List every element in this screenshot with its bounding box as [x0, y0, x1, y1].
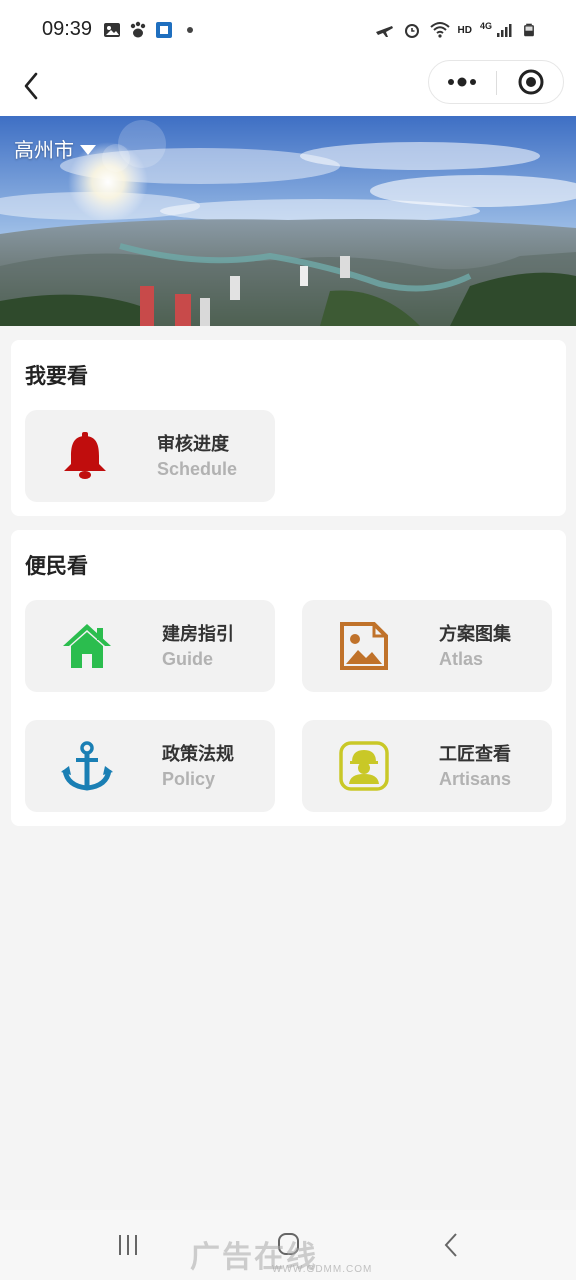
status-bar: 09:39 HD 4G — [0, 0, 576, 60]
nav-bar — [0, 60, 576, 116]
city-selector[interactable]: 高州市 — [14, 134, 96, 163]
alarm-icon — [404, 24, 419, 38]
atlas-title: 方案图集 — [439, 624, 511, 645]
more-dots-icon — [448, 77, 476, 87]
policy-title: 政策法规 — [162, 744, 234, 765]
close-mini-program-button[interactable] — [497, 61, 563, 103]
guide-tile[interactable]: 建房指引 Guide — [25, 600, 275, 692]
schedule-tile[interactable]: 审核进度 Schedule — [25, 410, 275, 502]
flight-icon — [375, 26, 393, 37]
schedule-title: 审核进度 — [157, 434, 229, 455]
chevron-left-icon — [24, 72, 38, 100]
policy-tile[interactable]: 政策法规 Policy — [25, 720, 275, 812]
section-watch-card: 我要看 审核进度 Schedule — [11, 340, 566, 516]
watermark-url: WWW.GDMM.COM — [272, 1264, 373, 1275]
section-public-card: 便民看 建房指引 Guide 方案图集 Atlas 政策法规 Policy 工匠… — [11, 530, 566, 826]
hd-label: HD — [457, 24, 472, 36]
house-icon — [63, 624, 111, 668]
artisans-tile[interactable]: 工匠查看 Artisans — [302, 720, 552, 812]
section-watch-title: 我要看 — [25, 364, 88, 388]
recent-apps-icon — [119, 1235, 137, 1255]
bell-icon — [64, 432, 106, 479]
wifi-icon — [429, 22, 450, 38]
battery-icon — [524, 23, 534, 37]
caret-down-icon — [80, 144, 96, 155]
schedule-subtitle: Schedule — [157, 459, 238, 479]
image-icon — [104, 23, 120, 37]
recent-apps-button[interactable] — [108, 1228, 148, 1262]
paw-icon — [130, 21, 146, 38]
status-system-icons: HD 4G — [374, 20, 536, 40]
dot-icon — [187, 27, 193, 33]
system-back-button[interactable] — [432, 1228, 472, 1262]
policy-subtitle: Policy — [162, 769, 216, 789]
back-button[interactable] — [14, 64, 50, 108]
picture-icon — [340, 622, 388, 670]
section-public-title: 便民看 — [25, 554, 88, 578]
guide-title: 建房指引 — [162, 624, 234, 645]
artisans-subtitle: Artisans — [439, 769, 512, 789]
city-name: 高州市 — [14, 138, 74, 162]
guide-subtitle: Guide — [162, 649, 214, 669]
target-icon — [518, 69, 544, 95]
mini-program-capsule — [428, 60, 564, 104]
status-time: 09:39 — [42, 18, 93, 40]
atlas-subtitle: Atlas — [439, 649, 484, 669]
atlas-tile[interactable]: 方案图集 Atlas — [302, 600, 552, 692]
anchor-icon — [61, 741, 113, 791]
status-notification-icons — [102, 20, 200, 40]
app-icon — [156, 22, 172, 38]
worker-icon — [339, 741, 389, 791]
system-back-icon — [444, 1233, 457, 1257]
signal-icon — [497, 24, 512, 37]
more-button[interactable] — [429, 61, 495, 103]
network-label: 4G — [479, 21, 492, 31]
artisans-title: 工匠查看 — [439, 744, 511, 765]
